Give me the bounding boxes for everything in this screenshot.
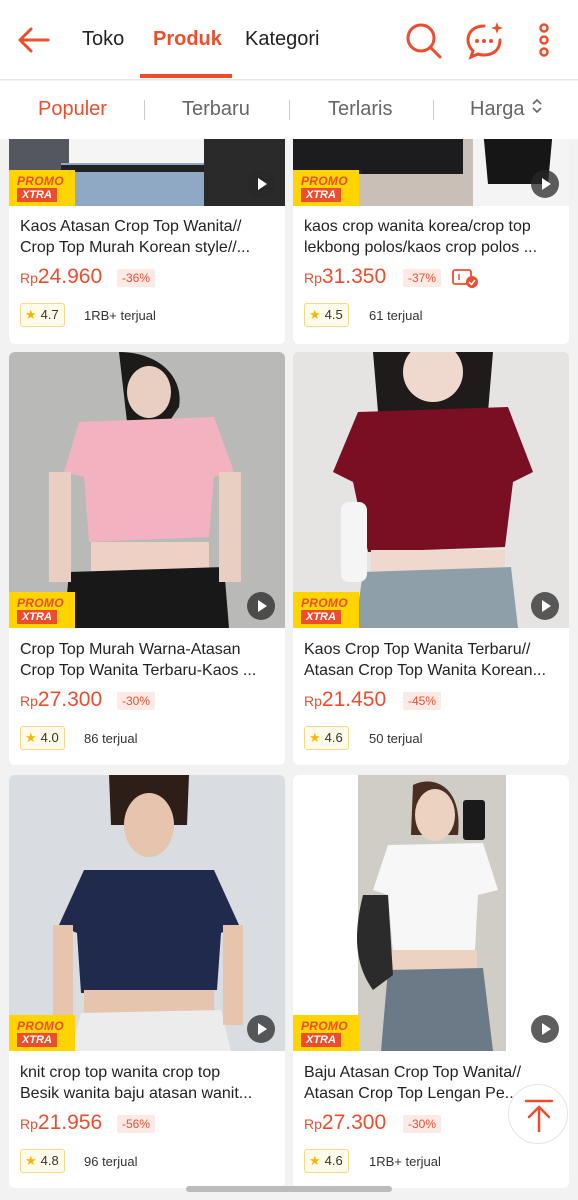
product-card[interactable]: PROMO XTRA Kaos Atasan Crop Top Wanita//… xyxy=(9,139,285,344)
discount-badge: -30% xyxy=(403,1115,442,1133)
product-image[interactable]: PROMO XTRA xyxy=(9,352,285,628)
product-card[interactable]: PROMO XTRA knit crop top wanita crop top… xyxy=(9,775,285,1188)
promo-xtra-badge: PROMO XTRA xyxy=(9,592,75,628)
sort-updown-icon xyxy=(532,98,542,114)
sold-count: 86 terjual xyxy=(84,731,138,746)
product-grid: PROMO XTRA Kaos Atasan Crop Top Wanita//… xyxy=(0,139,578,1200)
promo-xtra-badge: PROMO XTRA xyxy=(9,1015,75,1051)
promo-xtra-badge: PROMO XTRA xyxy=(9,170,75,206)
active-tab-indicator xyxy=(140,74,232,78)
product-title: Kaos Atasan Crop Top Wanita// Crop Top M… xyxy=(20,218,251,256)
star-icon: ★ xyxy=(25,307,37,322)
product-photo xyxy=(293,352,569,628)
search-icon[interactable] xyxy=(404,18,444,62)
sold-count: 61 terjual xyxy=(369,308,423,323)
product-card[interactable]: PROMO XTRA Kaos Crop Top Wanita Terbaru/… xyxy=(293,352,569,765)
home-indicator xyxy=(186,1186,392,1192)
sold-count: 50 terjual xyxy=(369,731,423,746)
product-price: Rp31.350 xyxy=(304,265,387,288)
sort-populer[interactable]: Populer xyxy=(38,98,107,121)
sold-count: 96 terjual xyxy=(84,1154,138,1169)
product-image[interactable]: PROMO XTRA xyxy=(9,775,285,1051)
rating-badge: ★ 4.0 xyxy=(20,726,65,750)
sort-bar: Populer Terbaru Terlaris Harga xyxy=(0,81,578,139)
product-card[interactable]: PROMO XTRA Crop Top Murah Warna-Atasan C… xyxy=(9,352,285,765)
sort-harga[interactable]: Harga xyxy=(470,98,544,121)
video-play-icon[interactable] xyxy=(531,592,559,620)
product-image[interactable]: PROMO XTRA xyxy=(9,139,285,206)
product-title: knit crop top wanita crop top Besik wani… xyxy=(20,1064,253,1102)
product-price: Rp21.956 xyxy=(20,1111,103,1134)
video-play-icon[interactable] xyxy=(247,1015,275,1043)
promo-xtra-badge: PROMO XTRA xyxy=(293,592,359,628)
sold-count: 1RB+ terjual xyxy=(84,308,156,323)
product-photo xyxy=(293,775,569,1051)
more-vertical-icon[interactable] xyxy=(524,18,564,62)
video-play-icon[interactable] xyxy=(531,170,559,198)
product-title: kaos crop wanita korea/crop top lekbong … xyxy=(304,218,538,256)
product-card[interactable]: PROMO XTRA kaos crop wanita korea/crop t… xyxy=(293,139,569,344)
divider xyxy=(144,100,145,120)
product-title: Crop Top Murah Warna-Atasan Crop Top Wan… xyxy=(20,641,257,679)
sort-terbaru[interactable]: Terbaru xyxy=(182,98,250,121)
free-shipping-voucher-icon xyxy=(452,269,478,288)
back-arrow-icon[interactable] xyxy=(14,20,54,60)
product-title: Kaos Crop Top Wanita Terbaru// Atasan Cr… xyxy=(304,641,546,679)
video-play-icon[interactable] xyxy=(531,1015,559,1043)
top-navigation-bar: Toko Produk Kategori xyxy=(0,0,578,80)
divider xyxy=(289,100,290,120)
product-image[interactable]: PROMO XTRA xyxy=(293,139,569,206)
product-price: Rp27.300 xyxy=(304,1111,387,1134)
divider xyxy=(433,100,434,120)
sort-terlaris[interactable]: Terlaris xyxy=(328,98,392,121)
tab-toko[interactable]: Toko xyxy=(82,28,124,51)
rating-badge: ★ 4.7 xyxy=(20,303,65,327)
product-price: Rp27.300 xyxy=(20,688,103,711)
tab-kategori[interactable]: Kategori xyxy=(245,28,320,51)
rating-badge: ★ 4.6 xyxy=(304,726,349,750)
promo-xtra-badge: PROMO XTRA xyxy=(293,1015,359,1051)
rating-badge: ★ 4.6 xyxy=(304,1149,349,1173)
discount-badge: -56% xyxy=(117,1115,156,1133)
scroll-to-top-button[interactable] xyxy=(508,1084,568,1144)
product-image[interactable]: PROMO XTRA xyxy=(293,352,569,628)
star-icon: ★ xyxy=(25,1153,37,1168)
product-photo xyxy=(9,775,285,1051)
product-image[interactable]: PROMO XTRA xyxy=(293,775,569,1051)
product-price: Rp24.960 xyxy=(20,265,103,288)
product-price: Rp21.450 xyxy=(304,688,387,711)
rating-badge: ★ 4.8 xyxy=(20,1149,65,1173)
tab-produk[interactable]: Produk xyxy=(153,28,222,51)
discount-badge: -45% xyxy=(403,692,442,710)
sort-harga-label: Harga xyxy=(470,98,525,120)
discount-badge: -37% xyxy=(403,269,442,287)
arrow-up-icon xyxy=(524,1099,554,1133)
rating-badge: ★ 4.5 xyxy=(304,303,349,327)
star-icon: ★ xyxy=(309,730,321,745)
star-icon: ★ xyxy=(25,730,37,745)
discount-badge: -36% xyxy=(117,269,156,287)
sold-count: 1RB+ terjual xyxy=(369,1154,441,1169)
chat-icon[interactable] xyxy=(464,18,504,62)
video-play-icon[interactable] xyxy=(247,592,275,620)
promo-xtra-badge: PROMO XTRA xyxy=(293,170,359,206)
product-photo xyxy=(9,352,285,628)
discount-badge: -30% xyxy=(117,692,156,710)
star-icon: ★ xyxy=(309,1153,321,1168)
star-icon: ★ xyxy=(309,307,321,322)
video-play-icon[interactable] xyxy=(247,170,275,198)
